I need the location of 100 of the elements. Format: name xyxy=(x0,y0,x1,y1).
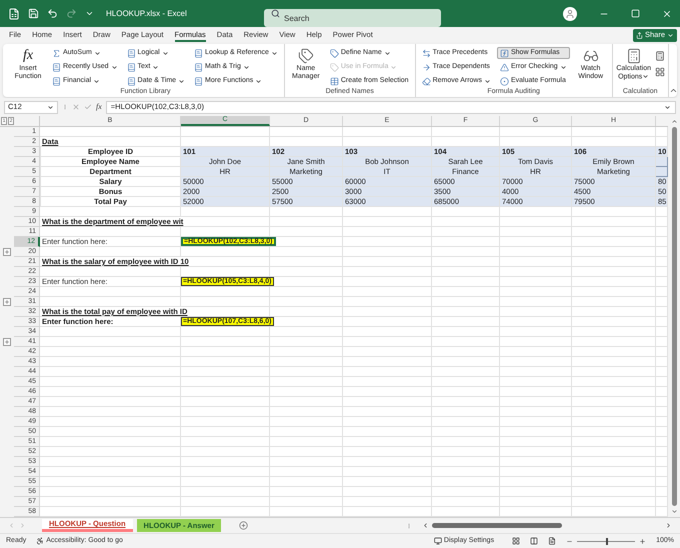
grid-cell xyxy=(500,387,572,397)
tag-icon xyxy=(330,62,339,72)
grid-cell xyxy=(432,247,500,257)
grid-cell xyxy=(500,447,572,457)
table-cell xyxy=(656,167,668,177)
accessibility-icon xyxy=(36,537,44,545)
monitor-icon xyxy=(434,537,442,545)
grid-cell xyxy=(500,487,572,497)
caret-icon xyxy=(178,78,186,84)
grid-cell xyxy=(432,487,500,497)
zoom-thumb[interactable] xyxy=(606,538,608,544)
grid-cell xyxy=(500,337,572,347)
grid-cell xyxy=(500,477,572,487)
page-break-icon[interactable] xyxy=(548,537,556,545)
scroll-up-icon[interactable] xyxy=(670,118,678,125)
zoom-in-icon[interactable] xyxy=(639,538,646,544)
grid-cell xyxy=(432,207,500,217)
grid-cell xyxy=(432,277,500,287)
book-icon xyxy=(52,76,61,86)
grid-cell xyxy=(432,397,500,407)
calculator-icon[interactable] xyxy=(654,51,665,61)
grid-cell xyxy=(432,417,500,427)
grid-cell xyxy=(432,447,500,457)
grid-icon[interactable] xyxy=(654,67,665,77)
page-layout-icon[interactable] xyxy=(530,537,538,545)
scroll-thumb[interactable] xyxy=(432,523,562,528)
caret-icon xyxy=(47,104,54,110)
grid-cell xyxy=(500,207,572,217)
book-icon xyxy=(52,62,61,72)
grid-cell xyxy=(432,477,500,487)
normal-view-icon[interactable] xyxy=(512,537,520,545)
grid-cell xyxy=(500,237,572,247)
grid-cell xyxy=(500,317,572,327)
spreadsheet-icon xyxy=(8,8,20,20)
sigma-icon xyxy=(52,48,61,58)
caret-icon xyxy=(560,64,567,70)
grid-cell xyxy=(500,347,572,357)
grid-cell xyxy=(432,497,500,507)
scroll-left-icon[interactable] xyxy=(422,522,429,529)
save-icon[interactable] xyxy=(28,8,39,19)
grid-cell xyxy=(500,307,572,317)
share-icon xyxy=(636,32,643,38)
grid-cell xyxy=(432,377,500,387)
plus-icon xyxy=(4,339,10,345)
grid-cell xyxy=(432,347,500,357)
scroll-right-icon[interactable] xyxy=(665,522,672,529)
caret-icon xyxy=(110,64,118,70)
grid-cell xyxy=(432,267,500,277)
grid-cell xyxy=(432,337,500,347)
grid-cell xyxy=(500,467,572,477)
collapse-icon[interactable] xyxy=(668,86,678,95)
grid-cell xyxy=(432,357,500,367)
close-icon[interactable] xyxy=(662,8,672,18)
grid-cell xyxy=(500,497,572,507)
grid-cell xyxy=(432,367,500,377)
grid-cell xyxy=(432,427,500,437)
scroll-down-icon[interactable] xyxy=(670,508,678,515)
function-glyph: fx xyxy=(22,47,34,65)
customize-icon[interactable] xyxy=(85,9,94,18)
expand-icon xyxy=(664,104,671,110)
grid-cell xyxy=(432,437,500,447)
expand-group-button[interactable] xyxy=(3,298,11,306)
grid-cell xyxy=(500,377,572,387)
grid-cell xyxy=(500,457,572,467)
caret-icon xyxy=(270,50,278,56)
calculator-icon xyxy=(626,48,642,64)
expand-group-button[interactable] xyxy=(3,338,11,346)
grid-cell xyxy=(432,217,500,227)
grid-cell xyxy=(432,317,500,327)
grid-cell xyxy=(500,357,572,367)
horizontal-scrollbar[interactable] xyxy=(422,520,672,530)
caret-icon xyxy=(93,78,100,84)
maximize-icon[interactable] xyxy=(631,9,640,18)
vertical-scrollbar[interactable] xyxy=(668,116,680,517)
avatar-icon[interactable] xyxy=(563,6,577,20)
add-sheet-icon[interactable] xyxy=(239,521,248,530)
grid-cell xyxy=(500,217,572,227)
arrows-icon xyxy=(422,48,431,58)
warning-icon xyxy=(500,62,509,72)
book-icon xyxy=(194,62,204,72)
grid-cell xyxy=(500,397,572,407)
caret-icon xyxy=(484,78,491,84)
book-icon xyxy=(126,76,136,86)
grid-cell xyxy=(432,457,500,467)
window-title: HLOOKUP.xlsx - Excel xyxy=(106,8,188,20)
expand-group-button[interactable] xyxy=(3,248,11,256)
grid-cell xyxy=(432,287,500,297)
grid-cell xyxy=(500,437,572,447)
arrow-icon xyxy=(422,62,431,72)
search-field[interactable]: Search xyxy=(264,9,441,27)
scroll-thumb[interactable] xyxy=(672,127,676,506)
caret-icon xyxy=(94,50,101,56)
search-icon xyxy=(271,9,280,18)
insert-function-button[interactable]: fx xyxy=(96,101,102,113)
table-cell xyxy=(656,157,668,167)
caret-icon xyxy=(667,32,674,38)
grid-cell xyxy=(500,227,572,237)
undo-icon[interactable] xyxy=(47,8,58,19)
grid-cell xyxy=(500,367,572,377)
grid-cell xyxy=(432,257,500,267)
